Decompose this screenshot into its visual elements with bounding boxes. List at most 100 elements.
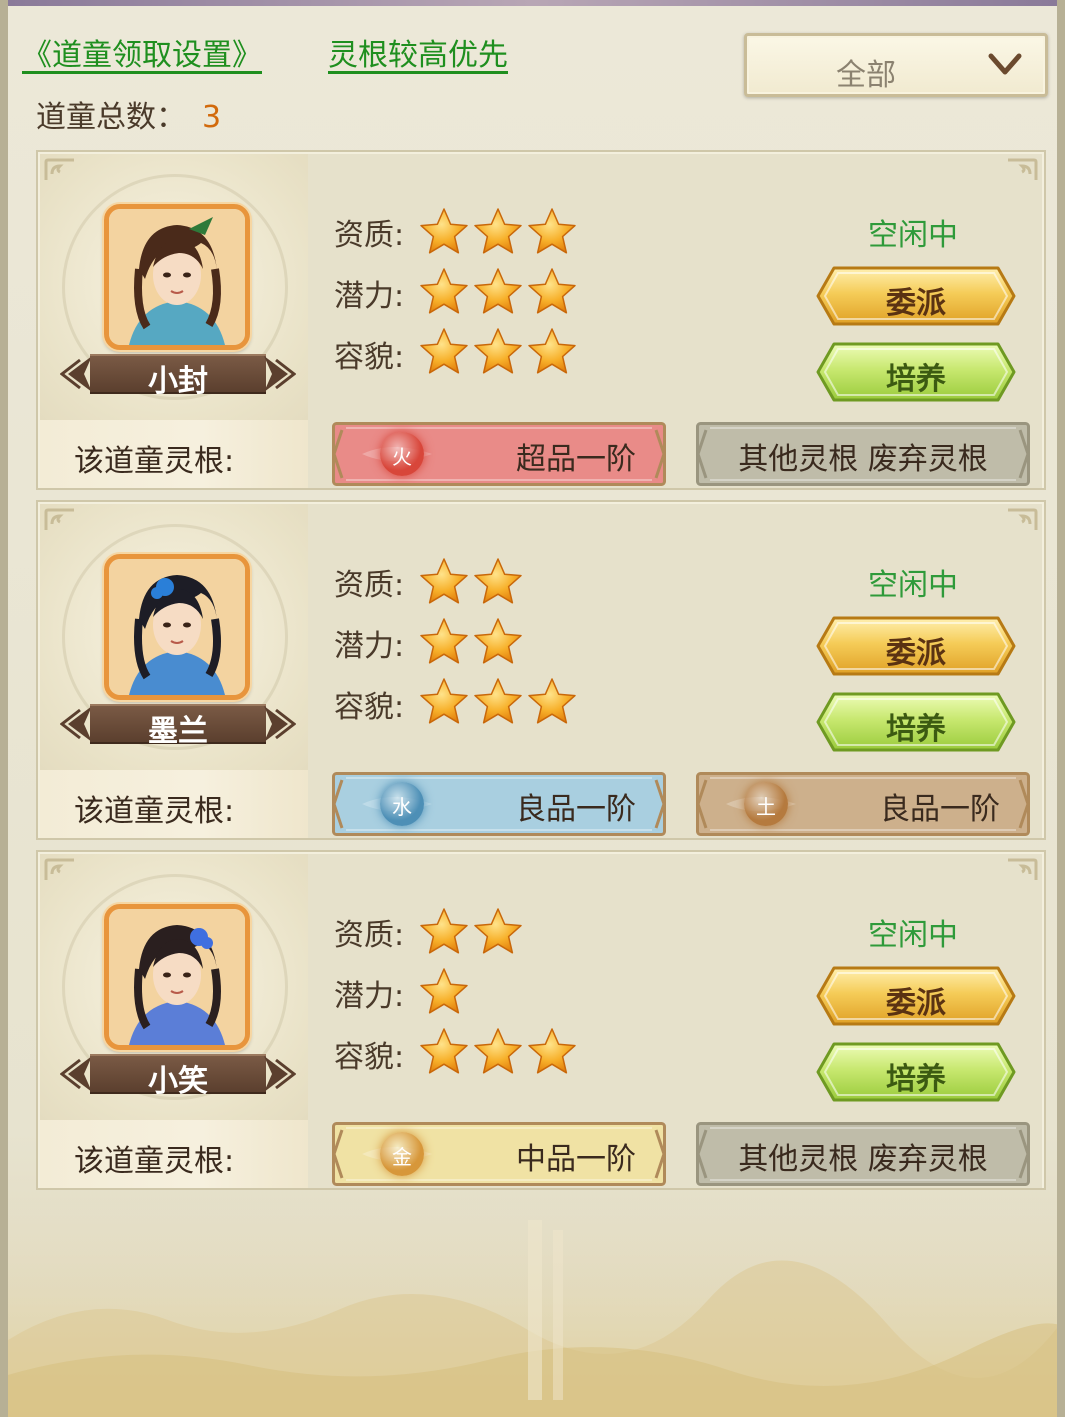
other-root-box[interactable]: 其他灵根 废弃灵根 (696, 1122, 1030, 1186)
character-portrait[interactable] (104, 204, 250, 350)
star-icon (420, 1028, 468, 1074)
other-root-text: 其他灵根 废弃灵根 (738, 442, 988, 477)
assign-button[interactable]: 委派 (816, 266, 1016, 326)
spirit-root-label: 该道童灵根: (74, 794, 235, 829)
mountain-scenery (8, 1200, 1057, 1417)
assign-button-label: 委派 (886, 636, 946, 671)
spirit-root-grade: 中品一阶 (516, 1142, 636, 1177)
element-badge-icon: 土 (744, 782, 788, 826)
disciple-total-label: 道童总数： (36, 100, 186, 135)
star-icon (474, 1028, 522, 1074)
appearance-label: 容貌: (334, 1040, 405, 1075)
star-icon (474, 268, 522, 314)
train-button[interactable]: 培养 (816, 342, 1016, 402)
potential-label: 潜力: (334, 279, 405, 314)
spirit-root-row: 该道童灵根: 水 良品一阶 土 良品一阶 (40, 770, 1042, 838)
star-icon (474, 558, 522, 604)
assign-button-label: 委派 (886, 986, 946, 1021)
disciple-total-value: 3 (202, 100, 222, 135)
star-icon (420, 328, 468, 374)
element-badge-icon: 金 (380, 1132, 424, 1176)
nameplate: 小封 (60, 352, 296, 399)
star-icon (420, 268, 468, 314)
disciple-total: 道童总数： 3 (36, 92, 221, 136)
spirit-root-grade: 超品一阶 (516, 442, 636, 477)
spirit-root-label-panel: 该道童灵根: (40, 770, 308, 838)
star-icon (420, 678, 468, 724)
aptitude-label: 资质: (334, 918, 405, 953)
status-text: 空闲中 (868, 568, 958, 603)
element-badge-icon: 水 (380, 782, 424, 826)
star-icon (474, 208, 522, 254)
star-icon (528, 268, 576, 314)
character-name: 小封 (148, 364, 208, 399)
character-name: 小笑 (148, 1064, 208, 1099)
character-portrait-art (109, 559, 245, 695)
star-icon (474, 678, 522, 724)
corner-ornament-icon (1008, 508, 1038, 530)
assign-button-label: 委派 (886, 286, 946, 321)
spirit-root-box[interactable]: 土 良品一阶 (696, 772, 1030, 836)
filter-selected-value: 全部 (836, 58, 896, 93)
spirit-root-box[interactable]: 火 超品一阶 (332, 422, 666, 486)
potential-label: 潜力: (334, 979, 405, 1014)
filter-dropdown[interactable]: 全部 (744, 33, 1048, 97)
portrait-panel: 小封 (40, 154, 308, 420)
star-icon (474, 618, 522, 664)
corner-ornament-icon (44, 158, 74, 180)
assign-button[interactable]: 委派 (816, 616, 1016, 676)
star-icon (420, 968, 468, 1014)
chevron-down-icon (988, 53, 1022, 75)
train-button-label: 培养 (886, 362, 946, 397)
appearance-label: 容貌: (334, 690, 405, 725)
disciple-panel: 《道童领取设置》 灵根较高优先 道童总数： 3 全部 小封 资质: 潜力: 容貌… (0, 0, 1065, 1417)
chevron-right-icon (264, 1056, 296, 1092)
assign-button[interactable]: 委派 (816, 966, 1016, 1026)
spirit-root-box[interactable]: 水 良品一阶 (332, 772, 666, 836)
spirit-root-grade: 良品一阶 (880, 792, 1000, 827)
star-icon (420, 908, 468, 954)
corner-ornament-icon (44, 858, 74, 880)
aptitude-label: 资质: (334, 568, 405, 603)
disciple-card: 小笑 资质: 潜力: 容貌: 空闲中 委派 培养 该道童灵根: 金 中品一阶 其… (36, 850, 1046, 1190)
train-button-label: 培养 (886, 1062, 946, 1097)
spirit-root-label-panel: 该道童灵根: (40, 420, 308, 488)
potential-label: 潜力: (334, 629, 405, 664)
spirit-root-label: 该道童灵根: (74, 1144, 235, 1179)
corner-ornament-icon (44, 508, 74, 530)
disciple-card: 小封 资质: 潜力: 容貌: 空闲中 委派 培养 该道童灵根: 火 超品一阶 其… (36, 150, 1046, 490)
disciple-claim-settings-link[interactable]: 《道童领取设置》 (22, 30, 262, 74)
disciple-card: 墨兰 资质: 潜力: 容貌: 空闲中 委派 培养 该道童灵根: 水 良品一阶 土… (36, 500, 1046, 840)
spirit-root-row: 该道童灵根: 火 超品一阶 其他灵根 废弃灵根 (40, 420, 1042, 488)
character-portrait[interactable] (104, 904, 250, 1050)
high-spirit-root-priority-link[interactable]: 灵根较高优先 (328, 30, 508, 74)
star-icon (474, 328, 522, 374)
portrait-panel: 墨兰 (40, 504, 308, 770)
train-button[interactable]: 培养 (816, 1042, 1016, 1102)
star-icon (528, 208, 576, 254)
train-button-label: 培养 (886, 712, 946, 747)
window-top-border (8, 0, 1057, 6)
other-root-text: 其他灵根 废弃灵根 (738, 1142, 988, 1177)
character-name: 墨兰 (148, 714, 208, 749)
star-icon (420, 558, 468, 604)
train-button[interactable]: 培养 (816, 692, 1016, 752)
spirit-root-row: 该道童灵根: 金 中品一阶 其他灵根 废弃灵根 (40, 1120, 1042, 1188)
spirit-root-label-panel: 该道童灵根: (40, 1120, 308, 1188)
corner-ornament-icon (1008, 858, 1038, 880)
other-root-box[interactable]: 其他灵根 废弃灵根 (696, 422, 1030, 486)
spirit-root-grade: 良品一阶 (516, 792, 636, 827)
spirit-root-box[interactable]: 金 中品一阶 (332, 1122, 666, 1186)
star-icon (528, 328, 576, 374)
character-portrait-art (109, 909, 245, 1045)
nameplate: 墨兰 (60, 702, 296, 749)
appearance-label: 容貌: (334, 340, 405, 375)
star-icon (528, 1028, 576, 1074)
star-icon (528, 678, 576, 724)
status-text: 空闲中 (868, 918, 958, 953)
star-icon (474, 908, 522, 954)
status-text: 空闲中 (868, 218, 958, 253)
chevron-right-icon (264, 706, 296, 742)
character-portrait[interactable] (104, 554, 250, 700)
corner-ornament-icon (1008, 158, 1038, 180)
